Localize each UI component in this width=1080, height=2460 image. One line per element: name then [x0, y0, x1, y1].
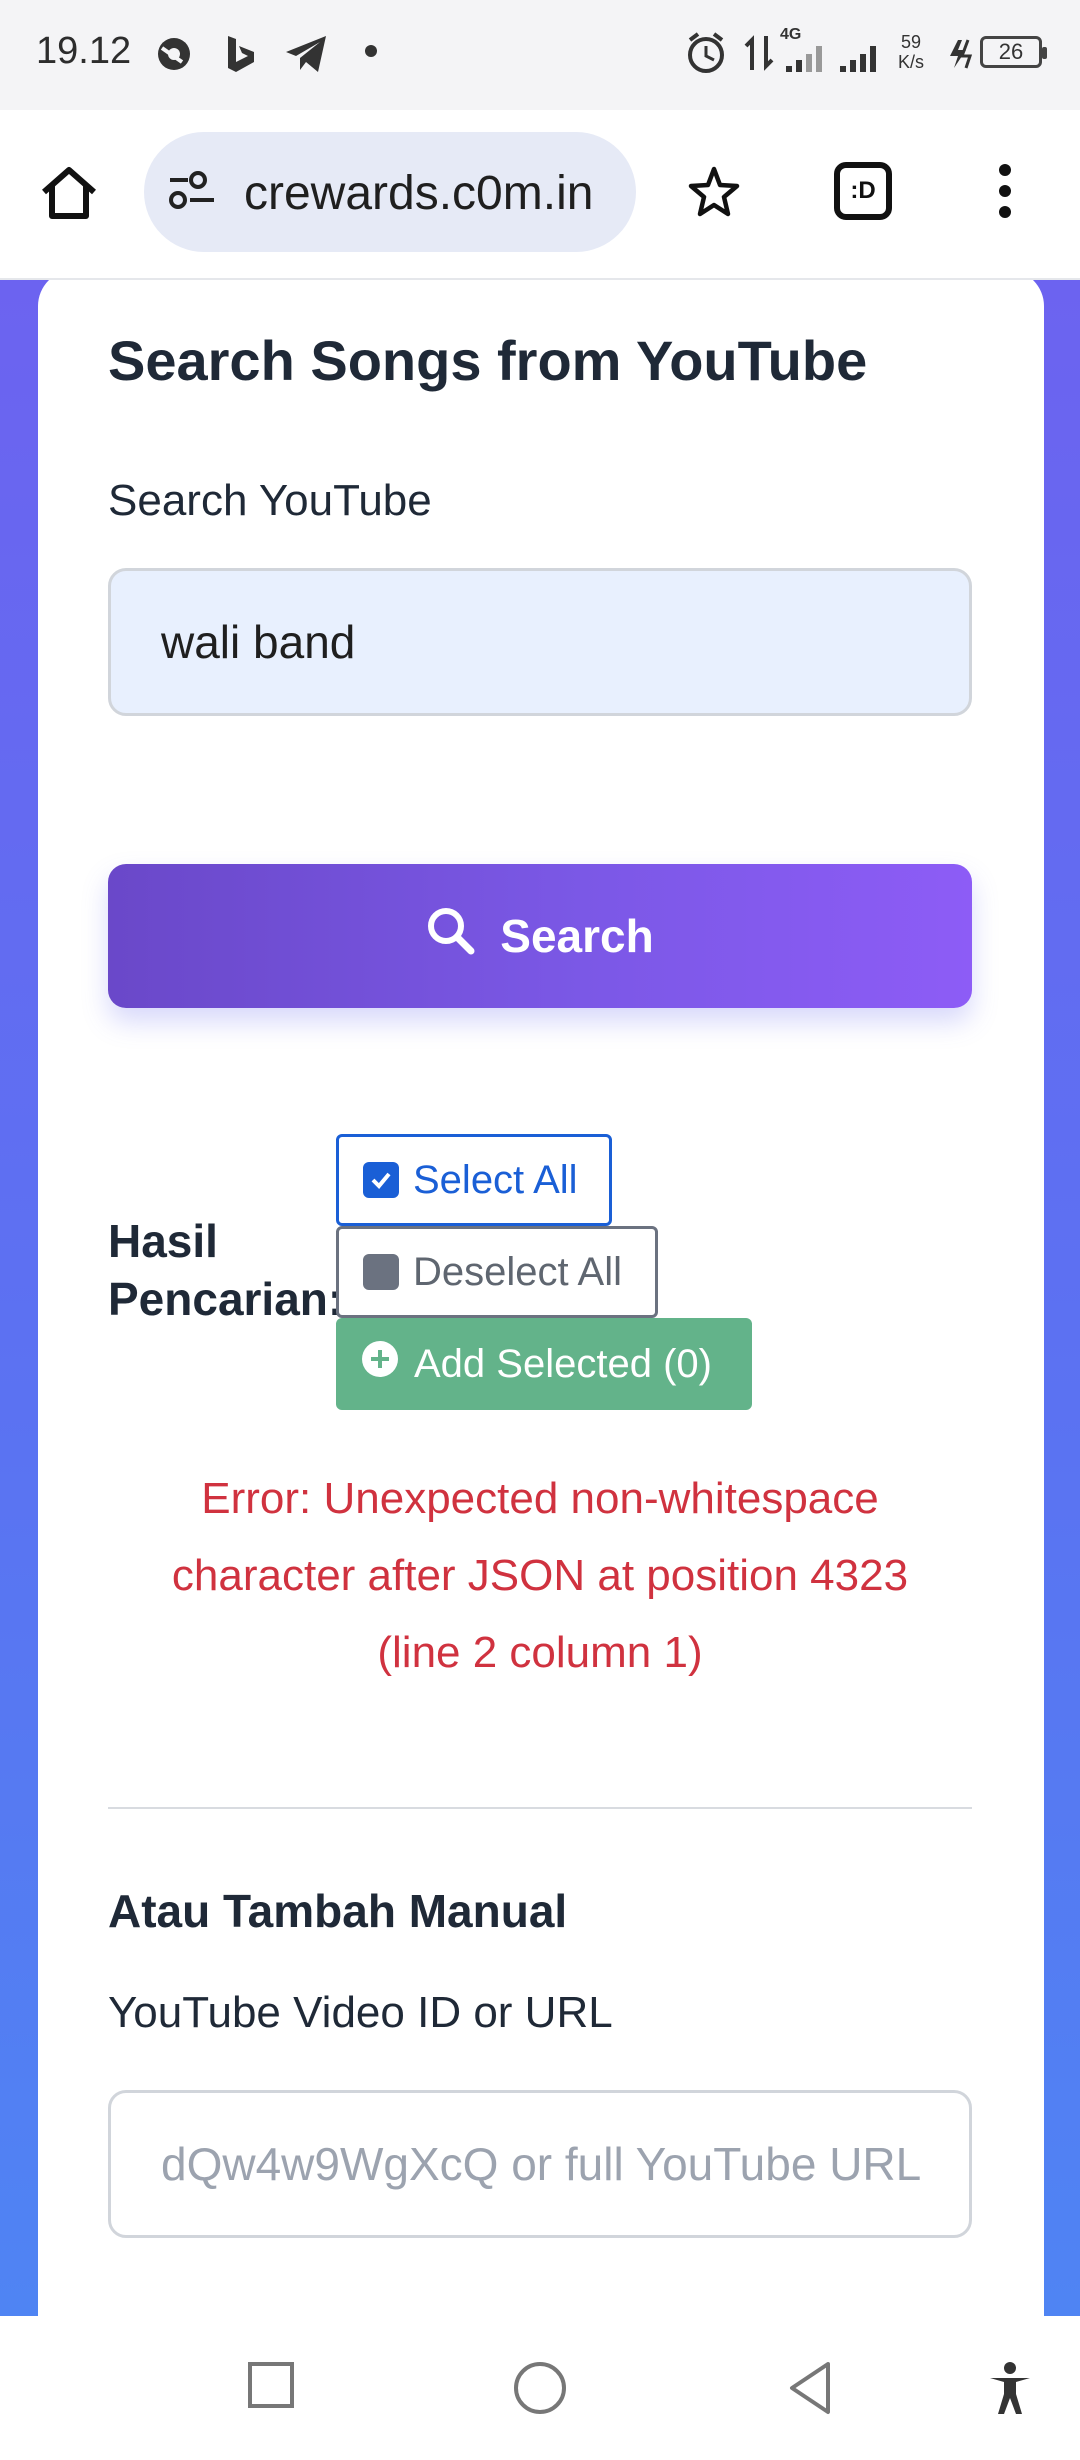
home-circle-icon[interactable] — [512, 2360, 568, 2421]
status-bar: 19.12 4G 59 K/s 26 — [0, 0, 1080, 110]
home-icon[interactable] — [38, 164, 100, 227]
bing-icon — [222, 26, 258, 85]
checkbox-empty-icon — [363, 1254, 399, 1290]
alarm-icon — [684, 26, 728, 85]
notification-dot-icon — [364, 44, 378, 63]
net-speed-unit: K/s — [898, 52, 925, 72]
video-id-input[interactable]: dQw4w9WgXcQ or full YouTube URL — [108, 2090, 972, 2238]
content-card: Search Songs from YouTube Search YouTube… — [38, 280, 1044, 2316]
results-label: Hasil Pencarian: — [108, 1215, 344, 1325]
plus-circle-icon — [360, 1339, 400, 1389]
telegram-icon — [282, 26, 332, 85]
chrome-notification-icon — [154, 26, 194, 85]
search-input[interactable]: wali band — [108, 568, 972, 716]
accessibility-icon[interactable] — [986, 2360, 1034, 2423]
recent-apps-icon[interactable] — [246, 2360, 296, 2415]
charging-icon — [944, 26, 980, 85]
signal-2-icon — [836, 26, 888, 85]
select-all-label: Select All — [413, 1157, 578, 1202]
search-icon — [426, 906, 476, 967]
select-all-button[interactable]: Select All — [336, 1134, 612, 1226]
signal-1-icon — [782, 26, 834, 85]
error-message: Error: Unexpected non-whitespace charact… — [171, 1474, 909, 1677]
battery-indicator: 26 — [980, 36, 1047, 68]
system-nav-bar — [0, 2316, 1080, 2460]
divider — [108, 1807, 972, 1809]
net-speed-value: 59 — [900, 32, 922, 52]
status-time: 19.12 — [36, 30, 132, 72]
url-text[interactable]: crewards.c0m.in — [244, 166, 593, 221]
search-button[interactable]: Search — [108, 864, 972, 1008]
add-selected-label: Add Selected (0) — [414, 1341, 712, 1386]
manual-section-title: Atau Tambah Manual — [108, 1885, 568, 1937]
page-background: Search Songs from YouTube Search YouTube… — [0, 280, 1080, 2316]
manual-input-label: YouTube Video ID or URL — [108, 1988, 613, 2037]
back-icon[interactable] — [786, 2360, 834, 2421]
add-selected-button[interactable]: Add Selected (0) — [336, 1318, 752, 1410]
address-bar[interactable]: crewards.c0m.in — [144, 132, 636, 252]
section-title: Search Songs from YouTube — [108, 329, 868, 392]
checkbox-checked-icon — [363, 1162, 399, 1198]
search-button-label: Search — [500, 910, 654, 962]
data-transfer-icon — [742, 26, 776, 85]
site-settings-icon[interactable] — [166, 168, 220, 219]
star-icon[interactable] — [686, 164, 742, 225]
deselect-all-button[interactable]: Deselect All — [336, 1226, 658, 1318]
more-vert-icon[interactable] — [994, 162, 1016, 225]
net-speed: 59 K/s — [898, 32, 924, 72]
tabs-icon[interactable]: :D — [834, 162, 892, 220]
search-label: Search YouTube — [108, 476, 432, 525]
browser-toolbar: crewards.c0m.in :D — [0, 110, 1080, 280]
deselect-all-label: Deselect All — [413, 1249, 622, 1294]
